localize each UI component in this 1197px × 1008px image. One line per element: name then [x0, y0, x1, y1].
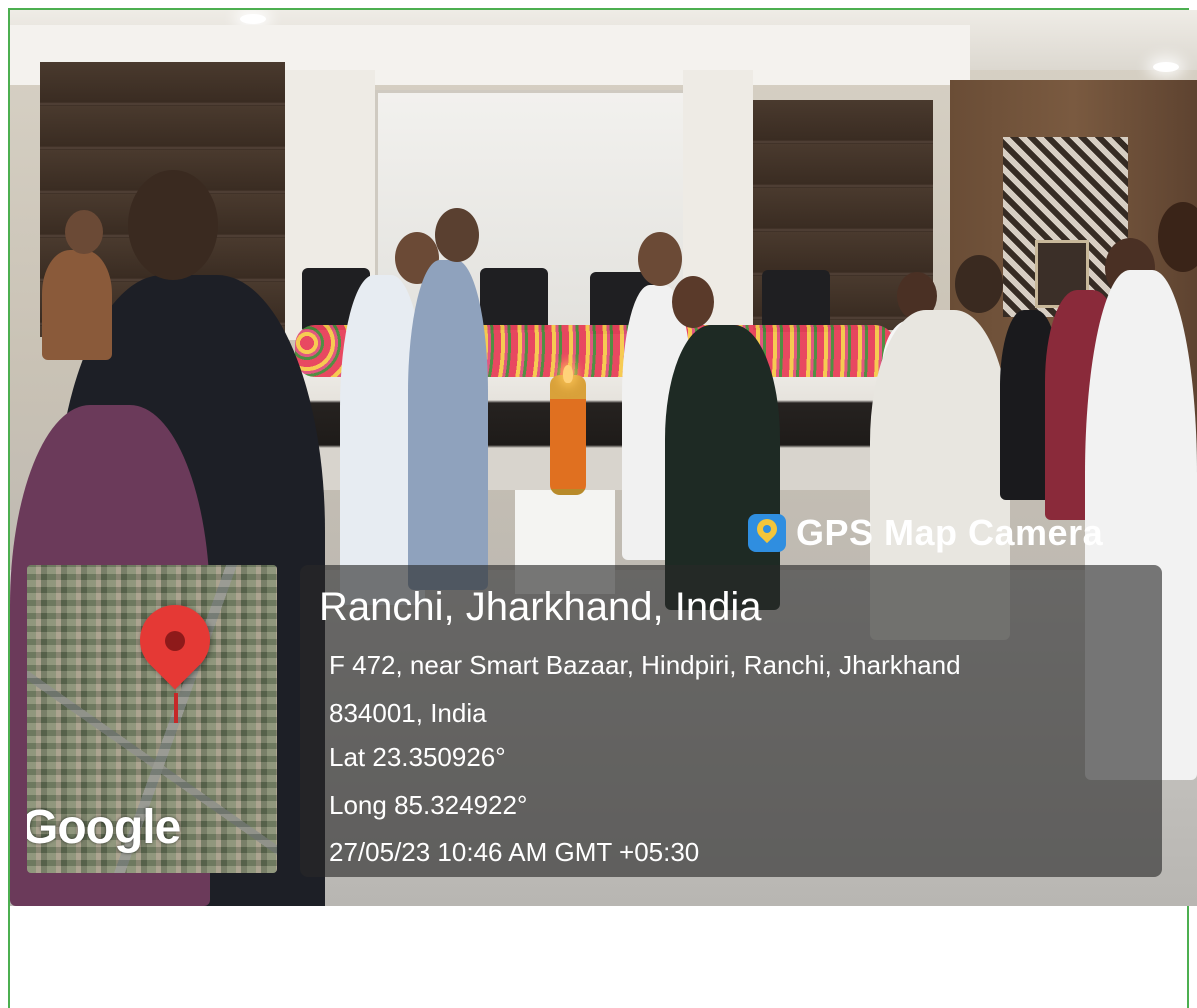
gps-map-camera-label: GPS Map Camera	[748, 505, 1103, 560]
app-name: GPS Map Camera	[796, 511, 1104, 553]
person	[408, 260, 488, 590]
latitude: Lat 23.350926°	[329, 742, 506, 772]
person-head	[435, 208, 479, 262]
address-line-2: 834001, India	[329, 698, 487, 728]
ceiling-light	[1153, 62, 1179, 72]
google-watermark: Google	[27, 801, 181, 854]
person-head	[638, 232, 682, 286]
longitude: Long 85.324922°	[329, 790, 528, 820]
chair	[762, 270, 830, 332]
map-thumbnail: Google	[27, 565, 277, 873]
lamp-flame	[563, 365, 573, 383]
chair	[480, 268, 548, 330]
address-line-1: F 472, near Smart Bazaar, Hindpiri, Ranc…	[329, 650, 961, 680]
map-pin-tail	[174, 693, 178, 723]
gps-map-camera-icon	[748, 513, 786, 552]
person-head	[672, 276, 714, 328]
person-head	[65, 210, 103, 254]
timestamp: 27/05/23 10:46 AM GMT +05:30	[329, 837, 700, 867]
ceiling-light	[240, 14, 266, 24]
person	[42, 250, 112, 360]
person-head	[955, 255, 1003, 313]
map-pin-center	[165, 631, 185, 651]
person-head	[128, 170, 218, 280]
location-title: Ranchi, Jharkhand, India	[319, 585, 762, 629]
ceremonial-lamp	[550, 375, 586, 495]
